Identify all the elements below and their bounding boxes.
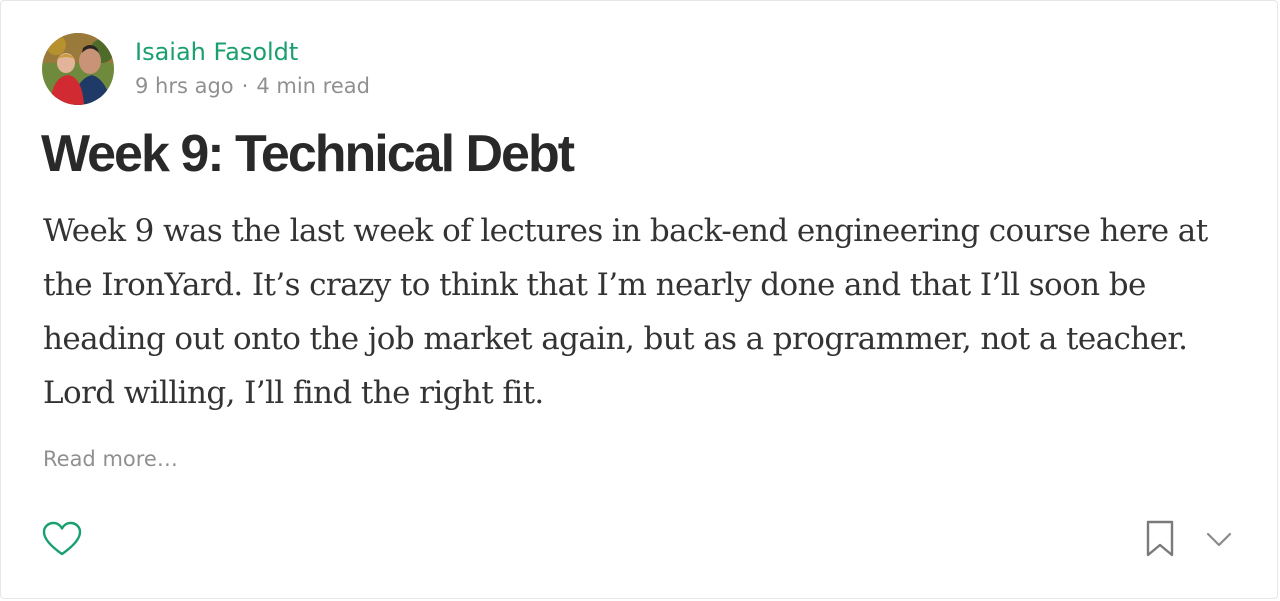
like-button[interactable] xyxy=(41,519,83,561)
bookmark-icon xyxy=(1146,520,1174,557)
author-name-link[interactable]: Isaiah Fasoldt xyxy=(135,37,298,67)
chevron-down-icon xyxy=(1206,532,1232,547)
author-avatar-photo xyxy=(42,33,114,105)
heart-icon xyxy=(42,521,82,556)
read-more-link[interactable]: Read more… xyxy=(43,445,178,473)
more-options-button[interactable] xyxy=(1204,527,1234,553)
post-meta: 9 hrs ago · 4 min read xyxy=(135,72,370,100)
read-time: 4 min read xyxy=(256,74,370,98)
bookmark-button[interactable] xyxy=(1145,520,1175,558)
meta-separator: · xyxy=(241,74,249,98)
author-avatar[interactable] xyxy=(42,33,114,105)
post-excerpt[interactable]: Week 9 was the last week of lectures in … xyxy=(43,204,1243,420)
post-card: Isaiah Fasoldt 9 hrs ago · 4 min read Week… xyxy=(0,0,1278,599)
post-time-ago[interactable]: 9 hrs ago xyxy=(135,74,234,98)
post-title[interactable]: Week 9: Technical Debt xyxy=(41,119,575,189)
